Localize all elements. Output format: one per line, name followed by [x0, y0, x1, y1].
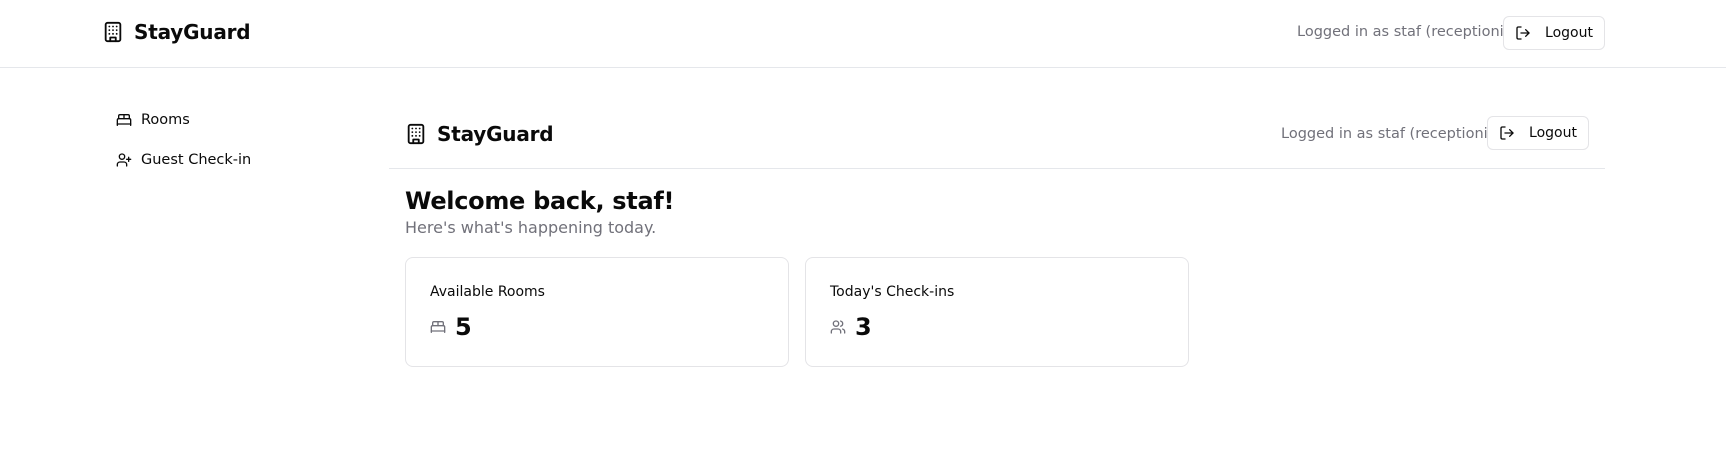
sidebar-item-label: Rooms: [141, 112, 190, 128]
log-out-icon: [1515, 25, 1531, 41]
logout-button[interactable]: Logout: [1503, 16, 1605, 50]
stat-card-todays-check-ins: Today's Check-ins 3: [805, 257, 1189, 367]
user-plus-icon: [116, 152, 132, 168]
bed-icon: [430, 319, 446, 335]
main-logout-button[interactable]: Logout: [1487, 116, 1589, 150]
welcome-section: Welcome back, staf! Here's what's happen…: [405, 185, 674, 239]
logout-label: Logout: [1545, 25, 1593, 41]
sidebar-item-rooms[interactable]: Rooms: [116, 108, 336, 132]
top-navbar: StayGuard Logged in as staf (receptionis…: [0, 0, 1726, 68]
stat-value: 5: [455, 313, 472, 341]
building-icon: [405, 122, 427, 146]
sidebar-item-label: Guest Check-in: [141, 152, 252, 168]
stat-card-available-rooms: Available Rooms 5: [405, 257, 789, 367]
sidebar-item-guest-check-in[interactable]: Guest Check-in: [116, 148, 336, 172]
page-subtitle: Here's what's happening today.: [405, 218, 657, 237]
brand[interactable]: StayGuard: [102, 20, 251, 44]
log-out-icon: [1499, 125, 1515, 141]
stat-value-row: 5: [430, 312, 472, 342]
main-brand: StayGuard: [405, 122, 554, 146]
main-header: StayGuard Logged in as staf (receptionis…: [389, 108, 1605, 169]
app-name: StayGuard: [134, 20, 251, 44]
stat-value-row: 3: [830, 312, 872, 342]
main-logged-in-status: Logged in as staf (receptionist): [1281, 126, 1507, 142]
stat-label: Today's Check-ins: [830, 284, 955, 300]
logout-label: Logout: [1529, 125, 1577, 141]
building-icon: [102, 20, 124, 44]
bed-icon: [116, 112, 132, 128]
page-title: Welcome back, staf!: [405, 187, 675, 215]
sidebar: Rooms Guest Check-in: [116, 108, 336, 188]
logged-in-status: Logged in as staf (receptionist): [1297, 24, 1523, 40]
stat-label: Available Rooms: [430, 284, 545, 300]
main-app-name: StayGuard: [437, 122, 554, 146]
users-icon: [830, 319, 846, 335]
stat-value: 3: [855, 313, 872, 341]
